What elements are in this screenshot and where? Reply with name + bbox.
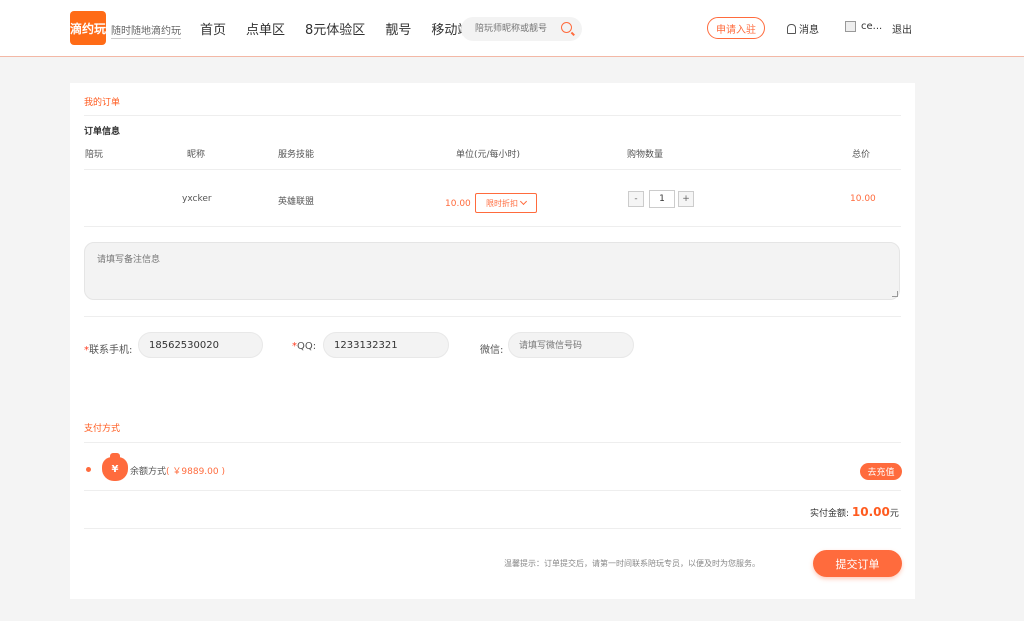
discount-dropdown[interactable]: 限时折扣 xyxy=(475,193,537,213)
recharge-button[interactable]: 去充值 xyxy=(860,463,902,480)
qq-label-text: QQ: xyxy=(297,341,317,352)
divider xyxy=(84,442,901,443)
order-card: 我的订单 订单信息 陪玩 昵称 服务技能 单位(元/每小时) 购物数量 总价 y… xyxy=(70,83,915,599)
messages-link[interactable]: 消息 xyxy=(787,21,819,36)
row-total: 10.00 xyxy=(850,194,876,204)
balance-radio[interactable] xyxy=(86,467,91,472)
main-nav: 首页 点单区 8元体验区 靓号 移动端 xyxy=(200,19,470,38)
search-box xyxy=(461,17,582,41)
resize-grip-icon[interactable] xyxy=(892,291,898,297)
search-icon[interactable] xyxy=(561,22,572,33)
col-header-unit-price: 单位(元/每小时) xyxy=(456,150,521,160)
wechat-field[interactable] xyxy=(508,332,634,358)
user-name: ce... xyxy=(861,21,883,32)
divider xyxy=(84,528,901,529)
logout-link[interactable]: 退出 xyxy=(892,21,912,36)
divider xyxy=(84,226,901,227)
site-logo[interactable]: 滴约玩 xyxy=(70,11,106,45)
qq-label: *QQ: xyxy=(292,341,316,352)
divider xyxy=(84,169,901,170)
divider xyxy=(84,316,901,317)
col-header-nickname: 昵称 xyxy=(187,150,206,160)
col-header-quantity: 购物数量 xyxy=(627,150,664,160)
col-header-total: 总价 xyxy=(852,150,871,160)
quantity-increase-button[interactable]: + xyxy=(678,191,694,207)
row-unit-price: 10.00 xyxy=(445,199,471,209)
user-menu[interactable]: ce... xyxy=(845,21,882,32)
balance-method-label: 余额方式 xyxy=(130,467,167,477)
wechat-label: 微信: xyxy=(480,345,504,356)
payment-title: 支付方式 xyxy=(84,424,121,434)
col-header-companion: 陪玩 xyxy=(85,150,104,160)
chevron-down-icon xyxy=(519,197,528,206)
quantity-input[interactable] xyxy=(649,190,675,208)
nav-item-vip-number[interactable]: 靓号 xyxy=(385,19,411,38)
phone-label-text: 联系手机: xyxy=(89,345,133,356)
total-payable: 实付金额: 10.00元 xyxy=(810,505,899,519)
nav-item-trial-zone[interactable]: 8元体验区 xyxy=(305,19,365,38)
row-skill: 英雄联盟 xyxy=(278,197,315,207)
divider xyxy=(84,115,901,116)
nav-item-home[interactable]: 首页 xyxy=(200,19,226,38)
qq-field[interactable] xyxy=(323,332,449,358)
col-header-skill: 服务技能 xyxy=(278,150,315,160)
total-label: 实付金额: xyxy=(810,509,850,519)
search-input[interactable] xyxy=(475,21,561,37)
quantity-decrease-button[interactable]: - xyxy=(628,191,644,207)
top-header: 滴约玩 随时随地滴约玩 首页 点单区 8元体验区 靓号 移动端 申请入驻 消息 … xyxy=(0,0,1024,57)
balance-method[interactable]: 余额方式( ￥9889.00 ) xyxy=(130,464,225,477)
avatar xyxy=(845,21,856,32)
discount-label: 限时折扣 xyxy=(486,198,518,208)
money-bag-icon: ¥ xyxy=(102,453,128,481)
row-nickname: yxcker xyxy=(182,194,212,204)
submit-order-button[interactable]: 提交订单 xyxy=(813,550,902,577)
total-unit: 元 xyxy=(889,509,899,519)
warm-tip: 温馨提示：订单提交后，请第一时间联系陪玩专员，以便及时为您服务。 xyxy=(504,559,760,568)
divider xyxy=(84,490,901,491)
phone-label: *联系手机: xyxy=(84,341,132,356)
my-order-title: 我的订单 xyxy=(84,98,121,108)
messages-label: 消息 xyxy=(799,25,819,36)
total-amount: 10.00 xyxy=(851,505,890,519)
remark-textarea[interactable] xyxy=(84,242,900,300)
bell-icon xyxy=(787,23,796,34)
phone-field[interactable] xyxy=(138,332,263,358)
apply-join-button[interactable]: 申请入驻 xyxy=(707,17,765,39)
order-info-title: 订单信息 xyxy=(84,127,121,137)
balance-amount: ( ￥9889.00 ) xyxy=(166,467,225,477)
site-slogan: 随时随地滴约玩 xyxy=(111,22,181,39)
nav-item-order-zone[interactable]: 点单区 xyxy=(246,19,285,38)
